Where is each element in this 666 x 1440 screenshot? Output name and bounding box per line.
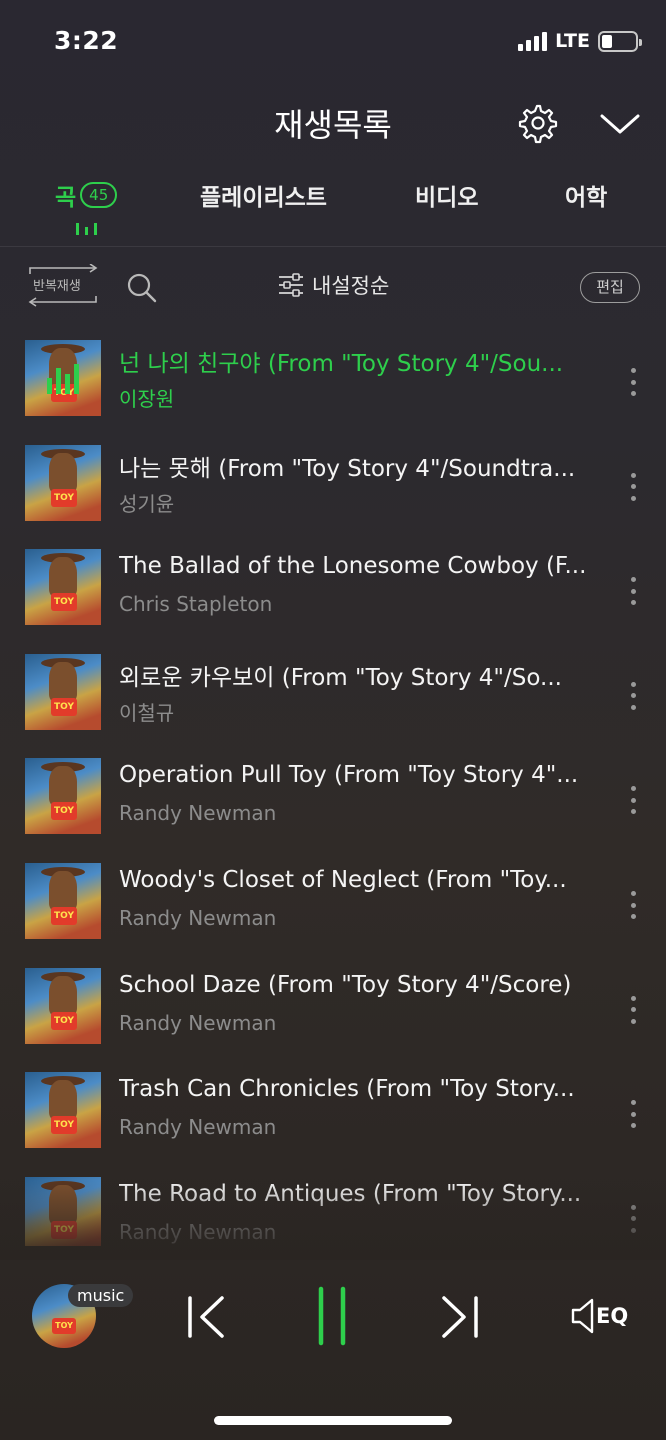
album-art: TOY (25, 1072, 101, 1149)
more-options-button[interactable] (622, 1100, 644, 1129)
pause-icon (318, 1286, 346, 1346)
home-indicator[interactable] (214, 1416, 452, 1425)
more-dots-icon (630, 891, 636, 896)
gear-icon (518, 104, 558, 144)
status-bar: 3:22 LTE (0, 0, 666, 80)
song-row[interactable]: TOY 외로운 카우보이 (From "Toy Story 4"/So... 이철규 (0, 650, 666, 750)
sort-label: 내설정순 (312, 274, 390, 298)
album-art: TOY (25, 967, 101, 1044)
song-title: Woody's Closet of Neglect (From "Toy... (119, 867, 567, 893)
song-title: The Ballad of the Lonesome Cowboy (F... (119, 553, 587, 580)
source-badge: music (68, 1284, 134, 1307)
song-row[interactable]: TOY 나는 못해 (From "Toy Story 4"/Soundtra...… (0, 441, 666, 541)
song-title: 나는 못해 (From "Toy Story 4"/Soundtra... (119, 455, 576, 482)
tab-playlists[interactable]: 플레이리스트 (200, 178, 327, 212)
pause-button[interactable] (314, 1286, 350, 1346)
more-options-button[interactable] (622, 472, 644, 501)
network-type: LTE (555, 30, 590, 52)
repeat-button[interactable]: 반복재생 (24, 264, 102, 308)
song-artist: Randy Newman (119, 906, 277, 930)
album-art: TOY (25, 444, 101, 521)
album-art: TOY (25, 758, 101, 835)
song-title: 외로운 카우보이 (From "Toy Story 4"/So... (119, 664, 562, 691)
more-options-button[interactable] (622, 891, 644, 919)
next-button[interactable] (438, 1294, 480, 1340)
status-indicators: LTE (518, 30, 642, 52)
more-options-button[interactable] (622, 995, 644, 1024)
repeat-label: 반복재생 (33, 279, 81, 294)
sort-button[interactable]: 내설정순 (278, 270, 389, 300)
player-bar: TOY music EQ (0, 1262, 666, 1372)
sliders-icon (279, 273, 303, 297)
song-artist: 이장원 (119, 387, 175, 411)
album-art: TOY (25, 653, 101, 730)
more-dots-icon (630, 786, 636, 792)
tab-songs[interactable]: 곡 45 (55, 178, 118, 212)
more-options-button[interactable] (622, 786, 644, 815)
album-art: TOY (25, 340, 101, 416)
more-options-button[interactable] (622, 577, 644, 606)
more-dots-icon (630, 368, 636, 373)
status-time: 3:22 (54, 26, 119, 55)
tab-language[interactable]: 어학 (565, 178, 607, 212)
song-artist: Chris Stapleton (119, 592, 273, 617)
song-row[interactable]: TOY Trash Can Chronicles (From "Toy Story… (0, 1068, 666, 1168)
more-options-button[interactable] (622, 681, 644, 710)
song-row[interactable]: TOY School Daze (From "Toy Story 4"/Score… (0, 964, 666, 1064)
more-dots-icon (630, 995, 636, 1001)
divider (0, 246, 666, 247)
collapse-button[interactable] (598, 106, 642, 140)
tab-songs-label: 곡 (55, 185, 77, 211)
song-artist: 성기윤 (119, 491, 175, 516)
tab-videos[interactable]: 비디오 (415, 178, 478, 212)
list-fade (0, 1180, 666, 1260)
search-button[interactable] (126, 272, 158, 304)
now-playing-equalizer-icon (25, 340, 101, 416)
chevron-down-icon (600, 114, 640, 134)
more-options-button[interactable] (622, 368, 644, 396)
cellular-signal-icon (518, 31, 548, 51)
song-title: Trash Can Chronicles (From "Toy Story... (119, 1076, 575, 1103)
song-list[interactable]: TOY 넌 나의 친구야 (From "Toy Story 4"/Sou... 이장… (0, 336, 666, 1246)
tab-bar: 곡 45 플레이리스트 비디오 어학 (0, 178, 666, 238)
equalizer-button[interactable]: EQ (570, 1296, 632, 1336)
song-row[interactable]: TOY 넌 나의 친구야 (From "Toy Story 4"/Sou... 이장… (0, 336, 666, 436)
search-icon (127, 273, 157, 303)
album-logo: TOY (52, 1318, 76, 1334)
edit-button[interactable]: 편집 (580, 272, 640, 303)
playing-indicator-icon (76, 221, 100, 235)
song-title: 넌 나의 친구야 (From "Toy Story 4"/Sou... (119, 351, 564, 377)
song-count-badge: 45 (80, 182, 118, 208)
settings-button[interactable] (516, 102, 558, 144)
skip-previous-icon (188, 1296, 224, 1338)
more-dots-icon (630, 1100, 636, 1106)
more-dots-icon (630, 472, 636, 478)
song-artist: 이철규 (119, 700, 175, 725)
album-art: TOY (25, 549, 101, 626)
song-artist: Randy Newman (119, 1115, 277, 1140)
previous-button[interactable] (186, 1294, 228, 1340)
battery-icon (598, 30, 642, 52)
song-title: School Daze (From "Toy Story 4"/Score) (119, 971, 572, 998)
song-row[interactable]: TOY The Ballad of the Lonesome Cowboy (F.… (0, 545, 666, 645)
more-dots-icon (630, 681, 636, 687)
skip-next-icon (442, 1296, 478, 1338)
more-dots-icon (630, 577, 636, 583)
eq-label: EQ (596, 1304, 629, 1328)
song-artist: Randy Newman (119, 1010, 277, 1035)
song-row[interactable]: TOY Operation Pull Toy (From "Toy Story 4… (0, 754, 666, 854)
page-title: 재생목록 (274, 106, 392, 144)
song-title: Operation Pull Toy (From "Toy Story 4"..… (119, 762, 579, 789)
song-artist: Randy Newman (119, 801, 277, 826)
album-art: TOY (25, 863, 101, 939)
song-row[interactable]: TOY Woody's Closet of Neglect (From "Toy.… (0, 859, 666, 959)
